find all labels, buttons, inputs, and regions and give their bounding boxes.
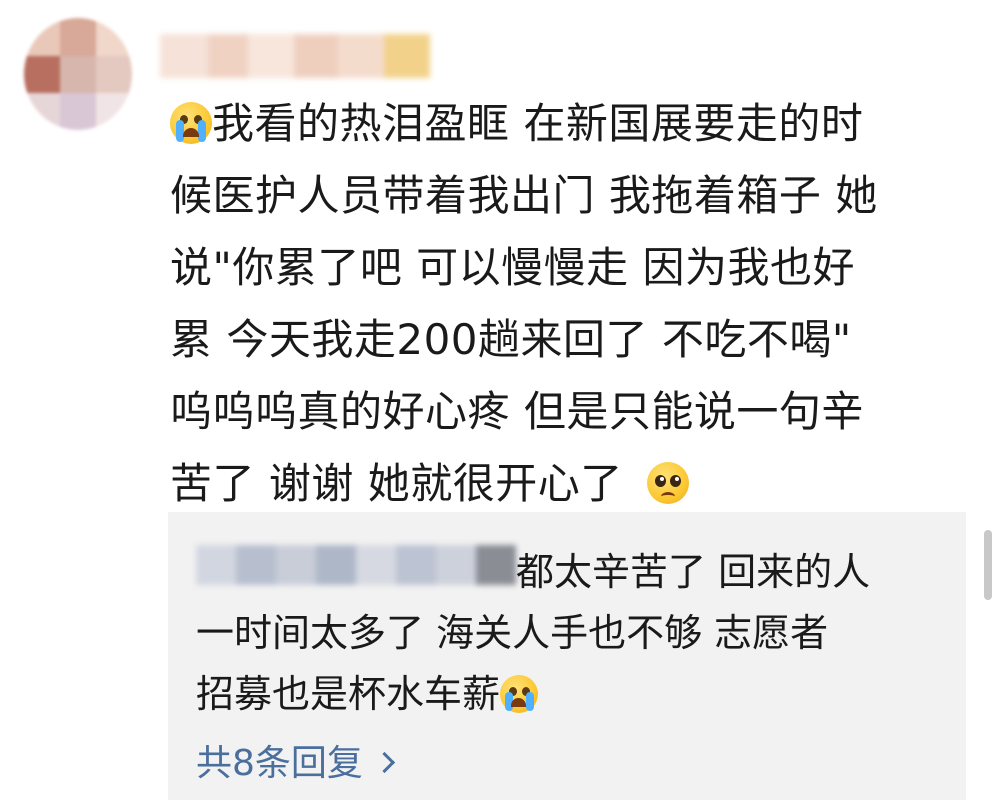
comment-line-text: 说"你累了吧 可以慢慢走 因为我也好 xyxy=(170,243,856,292)
crying-emoji xyxy=(500,674,539,713)
pleading-emoji xyxy=(646,461,689,504)
reply-line: 都太辛苦了 回来的人 xyxy=(196,542,870,603)
comment-line-text: 累 今天我走200趟来回了 不吃不喝" xyxy=(170,315,852,364)
reply-text: 都太辛苦了 回来的人 一时间太多了 海关人手也不够 志愿者 招募也是杯水车薪 xyxy=(196,542,870,725)
comment-line: 呜呜呜真的好心疼 但是只能说一句辛 xyxy=(170,376,980,448)
reply-line-text: 都太辛苦了 回来的人 xyxy=(516,550,871,594)
comment-line-text: 我看的热泪盈眶 在新国展要走的时 xyxy=(212,99,864,148)
comment-line: 苦了 谢谢 她就很开心了 xyxy=(170,448,980,520)
reply-line-text: 一时间太多了 海关人手也不够 志愿者 xyxy=(196,611,829,655)
reply-line: 一时间太多了 海关人手也不够 志愿者 xyxy=(196,603,870,664)
comment-line-text: 苦了 谢谢 她就很开心了 xyxy=(170,459,623,508)
more-replies-label: 共8条回复 xyxy=(196,743,363,784)
username-blurred[interactable] xyxy=(160,34,430,78)
reply-line-text: 招募也是杯水车薪 xyxy=(196,672,501,716)
scrollbar[interactable] xyxy=(984,530,992,600)
reply-line: 招募也是杯水车薪 xyxy=(196,664,870,725)
chevron-right-icon xyxy=(373,751,396,773)
comment-line: 说"你累了吧 可以慢慢走 因为我也好 xyxy=(170,232,980,304)
view-more-replies-link[interactable]: 共8条回复 xyxy=(196,734,396,786)
comment-line: 候医护人员带着我出门 我拖着箱子 她 xyxy=(170,160,980,232)
reply-preview[interactable]: 都太辛苦了 回来的人 一时间太多了 海关人手也不够 志愿者 招募也是杯水车薪 共… xyxy=(168,512,966,800)
crying-emoji xyxy=(170,101,212,144)
avatar[interactable] xyxy=(24,18,132,130)
comment-text: 我看的热泪盈眶 在新国展要走的时 候医护人员带着我出门 我拖着箱子 她 说"你累… xyxy=(170,88,980,520)
comment-card: 我看的热泪盈眶 在新国展要走的时 候医护人员带着我出门 我拖着箱子 她 说"你累… xyxy=(0,0,996,800)
comment-line-text: 呜呜呜真的好心疼 但是只能说一句辛 xyxy=(170,387,864,436)
comment-line-text: 候医护人员带着我出门 我拖着箱子 她 xyxy=(170,171,878,220)
comment-line: 累 今天我走200趟来回了 不吃不喝" xyxy=(170,304,980,376)
comment-line: 我看的热泪盈眶 在新国展要走的时 xyxy=(170,88,980,160)
